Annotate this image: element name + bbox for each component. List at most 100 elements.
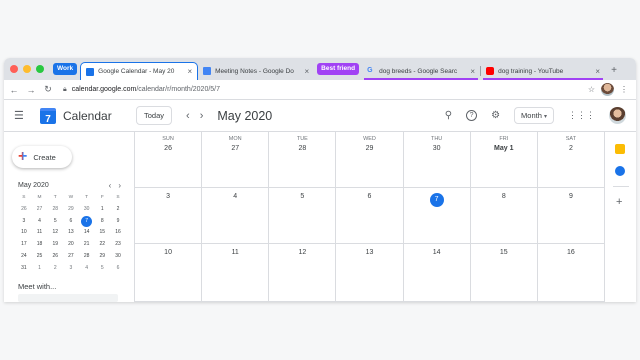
main-menu-icon[interactable]: ☰: [14, 109, 34, 122]
mini-day[interactable]: 27: [63, 251, 79, 263]
day-cell[interactable]: SUN 26: [134, 132, 202, 188]
new-tab-plus-icon[interactable]: +: [611, 65, 617, 76]
tab-meeting-notes[interactable]: Meeting Notes - Google Do ×: [198, 62, 314, 80]
day-cell[interactable]: 7: [402, 188, 470, 244]
reload-icon[interactable]: ↻: [41, 84, 55, 95]
day-number[interactable]: 3: [135, 193, 201, 200]
day-cell[interactable]: 3: [134, 188, 202, 244]
day-number[interactable]: 16: [538, 249, 604, 256]
zoom-window-button[interactable]: [36, 65, 44, 73]
mini-day[interactable]: 9: [110, 216, 126, 228]
day-cell[interactable]: THU 30: [402, 132, 470, 188]
minimize-window-button[interactable]: [23, 65, 31, 73]
day-number[interactable]: 11: [202, 249, 268, 256]
day-cell[interactable]: WED 29: [335, 132, 403, 188]
mini-day[interactable]: 12: [47, 227, 63, 239]
mini-day[interactable]: 21: [79, 239, 95, 251]
address-bar[interactable]: 🔒︎ calendar.google.com/calendar/r/month/…: [63, 86, 588, 94]
day-number[interactable]: 4: [202, 193, 268, 200]
tab-google-calendar[interactable]: Google Calendar - May 20 ×: [80, 62, 199, 80]
tab-dog-training[interactable]: dog training - YouTube ×: [481, 62, 605, 80]
day-number[interactable]: 7: [404, 193, 470, 207]
browser-menu-icon[interactable]: ⋮: [620, 85, 628, 94]
today-date-badge[interactable]: 7: [429, 193, 444, 207]
forward-arrow-icon[interactable]: →: [24, 85, 38, 95]
mini-day[interactable]: 4: [32, 216, 48, 228]
mini-day[interactable]: 6: [110, 263, 126, 275]
mini-day[interactable]: 25: [32, 251, 48, 263]
next-period-icon[interactable]: ›: [200, 110, 204, 122]
tab-group-best-friend[interactable]: Best friend: [317, 63, 360, 75]
help-icon[interactable]: ?: [466, 110, 478, 121]
apps-grid-icon[interactable]: ⋮⋮⋮: [568, 110, 595, 121]
mini-day[interactable]: 23: [110, 239, 126, 251]
mini-day[interactable]: 5: [94, 263, 110, 275]
close-tab-icon[interactable]: ×: [304, 67, 309, 76]
keep-icon[interactable]: [615, 144, 625, 154]
mini-day[interactable]: 1: [94, 204, 110, 216]
day-number[interactable]: 29: [336, 145, 402, 152]
day-cell[interactable]: 9: [536, 188, 604, 244]
mini-day[interactable]: 28: [47, 204, 63, 216]
mini-day[interactable]: 4: [79, 263, 95, 275]
view-selector[interactable]: Month ▾: [514, 107, 554, 124]
day-number[interactable]: May 1: [471, 145, 537, 152]
mini-day[interactable]: 3: [63, 263, 79, 275]
close-tab-icon[interactable]: ×: [470, 67, 475, 76]
account-avatar[interactable]: [609, 107, 626, 124]
create-button[interactable]: + Create: [12, 146, 72, 168]
mini-day[interactable]: 29: [94, 251, 110, 263]
mini-day[interactable]: 24: [16, 251, 32, 263]
day-cell[interactable]: 5: [268, 188, 336, 244]
day-cell[interactable]: 6: [335, 188, 403, 244]
mini-day[interactable]: 6: [63, 216, 79, 228]
mini-day[interactable]: 3: [16, 216, 32, 228]
mini-day[interactable]: 13: [63, 227, 79, 239]
mini-day[interactable]: 1: [32, 263, 48, 275]
day-number[interactable]: 14: [404, 249, 470, 256]
day-cell[interactable]: 8: [469, 188, 537, 244]
day-cell[interactable]: MON 27: [201, 132, 269, 188]
tab-dog-breeds[interactable]: G dog breeds - Google Searc ×: [362, 62, 480, 80]
mini-day[interactable]: 30: [110, 251, 126, 263]
day-cell[interactable]: TUE 28: [268, 132, 336, 188]
close-tab-icon[interactable]: ×: [595, 67, 600, 76]
day-cell[interactable]: 10: [134, 244, 202, 302]
profile-avatar[interactable]: [601, 83, 614, 96]
mini-day[interactable]: 16: [110, 227, 126, 239]
mini-day[interactable]: 15: [94, 227, 110, 239]
meet-search-input[interactable]: [18, 294, 118, 302]
mini-day[interactable]: 14: [79, 227, 95, 239]
close-tab-icon[interactable]: ×: [187, 67, 192, 76]
day-cell[interactable]: 11: [201, 244, 269, 302]
day-number[interactable]: 12: [269, 249, 335, 256]
tab-group-work[interactable]: Work: [53, 63, 78, 75]
mini-day[interactable]: 27: [32, 204, 48, 216]
previous-period-icon[interactable]: ‹: [186, 110, 190, 122]
day-number[interactable]: 27: [202, 145, 268, 152]
day-number[interactable]: 26: [135, 145, 201, 152]
mini-day[interactable]: 29: [63, 204, 79, 216]
mini-day[interactable]: 28: [79, 251, 95, 263]
mini-day[interactable]: 30: [79, 204, 95, 216]
mini-day[interactable]: 19: [47, 239, 63, 251]
mini-day[interactable]: 20: [63, 239, 79, 251]
day-cell[interactable]: FRI May 1: [469, 132, 537, 188]
day-number[interactable]: 8: [471, 193, 537, 200]
mini-day[interactable]: 10: [16, 227, 32, 239]
mini-day-today[interactable]: 7: [81, 215, 93, 227]
back-arrow-icon[interactable]: ←: [7, 85, 21, 95]
search-icon[interactable]: ⚲: [445, 110, 452, 121]
day-number[interactable]: 9: [538, 193, 604, 200]
day-cell[interactable]: 13: [335, 244, 403, 302]
day-cell[interactable]: 12: [268, 244, 336, 302]
day-number[interactable]: 30: [404, 145, 470, 152]
settings-gear-icon[interactable]: ⚙: [491, 110, 500, 121]
close-window-button[interactable]: [10, 65, 18, 73]
add-addon-plus-icon[interactable]: +: [616, 196, 622, 208]
mini-day[interactable]: 22: [94, 239, 110, 251]
mini-day[interactable]: 11: [32, 227, 48, 239]
mini-day[interactable]: 8: [94, 216, 110, 228]
mini-day[interactable]: 26: [47, 251, 63, 263]
day-number[interactable]: 28: [269, 145, 335, 152]
